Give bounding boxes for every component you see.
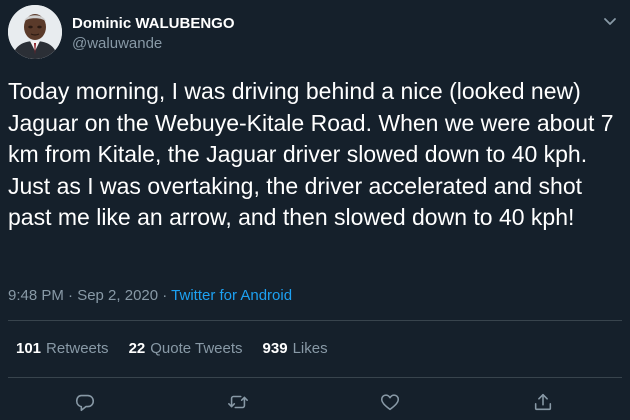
share-icon[interactable] <box>529 388 557 416</box>
meta-separator: · <box>158 287 172 304</box>
avatar-portrait-icon <box>8 5 62 59</box>
reply-icon[interactable] <box>71 388 99 416</box>
retweets-stat[interactable]: 101 Retweets <box>16 340 109 357</box>
likes-label: Likes <box>292 340 328 357</box>
chevron-down-icon[interactable] <box>602 13 618 29</box>
tweet-header: Dominic WALUBENGO @waluwande <box>8 5 622 59</box>
author-name[interactable]: Dominic WALUBENGO <box>72 15 235 32</box>
likes-count: 939 <box>262 340 288 357</box>
heart-icon[interactable] <box>376 388 404 416</box>
tweet-timestamp[interactable]: 9:48 PM · Sep 2, 2020 <box>8 287 158 304</box>
tweet-meta: 9:48 PM · Sep 2, 2020 · Twitter for Andr… <box>8 287 292 304</box>
tweet-card: Dominic WALUBENGO @waluwande Today morni… <box>0 0 630 420</box>
retweets-count: 101 <box>16 340 42 357</box>
avatar[interactable] <box>8 5 62 59</box>
author-handle[interactable]: @waluwande <box>72 35 162 52</box>
tweet-text: Today morning, I was driving behind a ni… <box>8 78 614 230</box>
tweet-stats: 101 Retweets 22 Quote Tweets 939 Likes <box>16 340 328 357</box>
likes-stat[interactable]: 939 Likes <box>263 340 328 357</box>
quote-tweets-label: Quote Tweets <box>150 340 243 357</box>
retweets-label: Retweets <box>46 340 109 357</box>
tweet-actions <box>0 388 630 416</box>
quote-tweets-count: 22 <box>128 340 146 357</box>
divider <box>8 377 622 378</box>
tweet-source-link[interactable]: Twitter for Android <box>171 287 292 304</box>
quote-tweets-stat[interactable]: 22 Quote Tweets <box>129 340 243 357</box>
retweet-icon[interactable] <box>224 388 252 416</box>
divider <box>8 320 622 321</box>
